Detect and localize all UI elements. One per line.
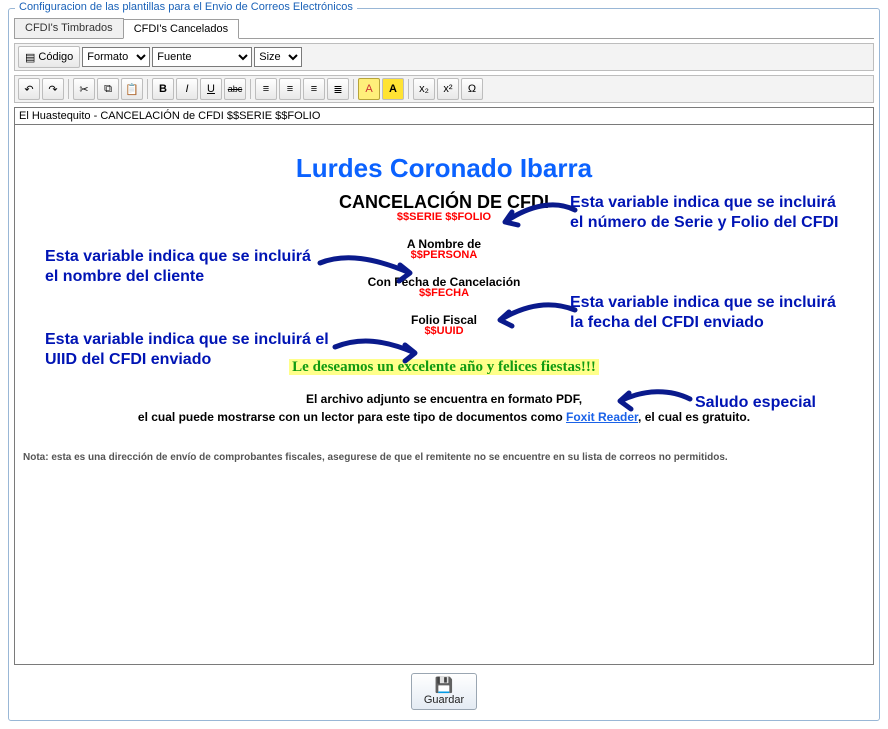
fuente-select[interactable]: Fuente bbox=[152, 47, 252, 67]
separator bbox=[250, 79, 251, 99]
formato-select[interactable]: Formato bbox=[82, 47, 150, 67]
special-char-button[interactable]: Ω bbox=[461, 78, 483, 100]
save-wrap: 💾 Guardar bbox=[14, 673, 874, 710]
tab-timbrados[interactable]: CFDI's Timbrados bbox=[14, 18, 124, 38]
codigo-button[interactable]: ▤ Código bbox=[18, 46, 80, 68]
underline-button[interactable]: U bbox=[200, 78, 222, 100]
codigo-label: Código bbox=[38, 51, 73, 63]
text-color-icon: A bbox=[365, 83, 372, 95]
align-right-icon: ≡ bbox=[311, 83, 317, 95]
bold-icon: B bbox=[159, 83, 167, 95]
bg-color-button[interactable]: A bbox=[382, 78, 404, 100]
superscript-icon: x² bbox=[443, 83, 452, 95]
copy-icon: ⧉ bbox=[104, 83, 112, 96]
pdf-line2a: el cual puede mostrarse con un lector pa… bbox=[138, 410, 566, 424]
config-fieldset: Configuracion de las plantillas para el … bbox=[8, 8, 880, 721]
undo-button[interactable]: ↶ bbox=[18, 78, 40, 100]
omega-icon: Ω bbox=[468, 83, 476, 95]
paste-icon: 📋 bbox=[125, 83, 139, 96]
save-label: Guardar bbox=[424, 694, 464, 706]
strike-button[interactable]: abc bbox=[224, 78, 246, 100]
bg-color-icon: A bbox=[389, 83, 397, 95]
superscript-button[interactable]: x² bbox=[437, 78, 459, 100]
annot-saludo: Saludo especial bbox=[695, 393, 816, 413]
italic-button[interactable]: I bbox=[176, 78, 198, 100]
code-icon: ▤ bbox=[25, 51, 35, 64]
redo-icon: ↷ bbox=[48, 83, 57, 96]
foxit-link[interactable]: Foxit Reader bbox=[566, 410, 638, 424]
separator bbox=[68, 79, 69, 99]
tabs-bar: CFDI's Timbrados CFDI's Cancelados bbox=[14, 18, 874, 39]
note-text: Nota: esta es una dirección de envío de … bbox=[23, 452, 865, 463]
toolbar-row-1: ▤ Código Formato Fuente Size bbox=[14, 43, 874, 71]
align-center-button[interactable]: ≡ bbox=[279, 78, 301, 100]
align-left-icon: ≡ bbox=[263, 83, 269, 95]
toolbar-row-2: ↶ ↷ ✂ ⧉ 📋 B I U abc ≡ ≡ ≡ ≣ A A x₂ x² Ω bbox=[14, 75, 874, 103]
copy-button[interactable]: ⧉ bbox=[97, 78, 119, 100]
align-right-button[interactable]: ≡ bbox=[303, 78, 325, 100]
size-select[interactable]: Size bbox=[254, 47, 302, 67]
separator bbox=[353, 79, 354, 99]
annot-serie-folio: Esta variable indica que se incluirá el … bbox=[570, 193, 850, 233]
annot-fecha: Esta variable indica que se incluirá la … bbox=[570, 293, 850, 333]
align-justify-button[interactable]: ≣ bbox=[327, 78, 349, 100]
annot-nombre: Esta variable indica que se incluirá el … bbox=[45, 247, 325, 287]
subscript-button[interactable]: x₂ bbox=[413, 78, 435, 100]
annot-uuid: Esta variable indica que se incluirá el … bbox=[45, 330, 345, 370]
bold-button[interactable]: B bbox=[152, 78, 174, 100]
subscript-icon: x₂ bbox=[419, 83, 429, 95]
header-name: Lurdes Coronado Ibarra bbox=[23, 153, 865, 184]
scissors-icon: ✂ bbox=[79, 83, 88, 96]
save-icon: 💾 bbox=[435, 678, 454, 693]
text-color-button[interactable]: A bbox=[358, 78, 380, 100]
editor-area[interactable]: Lurdes Coronado Ibarra CANCELACIÓN DE CF… bbox=[14, 125, 874, 665]
underline-icon: U bbox=[207, 83, 215, 95]
align-left-button[interactable]: ≡ bbox=[255, 78, 277, 100]
separator bbox=[408, 79, 409, 99]
paste-button[interactable]: 📋 bbox=[121, 78, 143, 100]
cut-button[interactable]: ✂ bbox=[73, 78, 95, 100]
undo-icon: ↶ bbox=[24, 83, 33, 96]
save-button[interactable]: 💾 Guardar bbox=[411, 673, 477, 710]
strike-icon: abc bbox=[228, 84, 243, 94]
subject-input[interactable]: El Huastequito - CANCELACIÓN de CFDI $$S… bbox=[14, 107, 874, 125]
align-center-icon: ≡ bbox=[287, 83, 293, 95]
italic-icon: I bbox=[185, 83, 188, 95]
align-justify-icon: ≣ bbox=[333, 83, 342, 96]
fieldset-legend: Configuracion de las plantillas para el … bbox=[15, 1, 357, 13]
separator bbox=[147, 79, 148, 99]
tab-cancelados[interactable]: CFDI's Cancelados bbox=[123, 19, 239, 39]
pdf-line1: El archivo adjunto se encuentra en forma… bbox=[306, 392, 582, 406]
redo-button[interactable]: ↷ bbox=[42, 78, 64, 100]
